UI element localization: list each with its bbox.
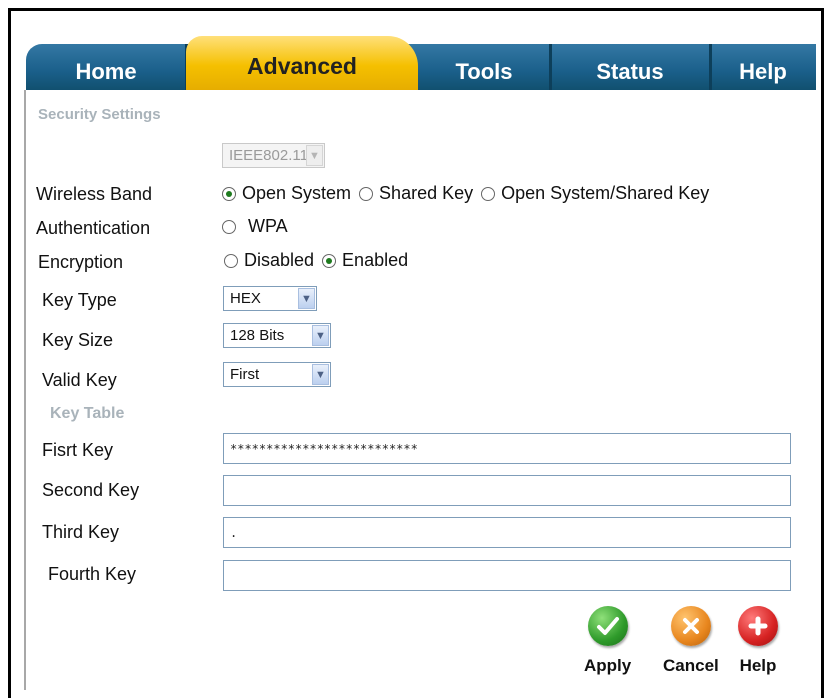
tab-home[interactable]: Home	[26, 44, 188, 90]
tab-help-label: Help	[739, 59, 787, 84]
third-key-input[interactable]: .	[223, 517, 791, 548]
radio-checked-icon[interactable]	[222, 186, 236, 201]
key-type-label: Key Type	[42, 290, 117, 310]
fourth-key-input[interactable]	[223, 560, 791, 591]
first-key-label: Fisrt Key	[42, 440, 114, 460]
auth-wpa-row: WPA	[222, 216, 296, 237]
auth-open-system-label: Open System	[242, 183, 352, 203]
tab-home-label: Home	[75, 59, 137, 84]
valid-key-value: First	[230, 366, 260, 383]
auth-shared-key-label: Shared Key	[379, 183, 474, 203]
tab-advanced[interactable]: Advanced	[186, 36, 418, 90]
cancel-label: Cancel	[663, 656, 719, 675]
tab-status-label: Status	[596, 59, 664, 84]
second-key-label: Second Key	[42, 480, 140, 500]
encryption-label: Encryption	[38, 252, 124, 272]
radio-icon[interactable]	[224, 253, 238, 268]
chevron-down-icon[interactable]: ▼	[298, 288, 315, 309]
valid-key-select[interactable]: First ▼	[223, 362, 331, 387]
key-table-title: Key Table	[50, 405, 125, 422]
radio-icon[interactable]	[222, 219, 236, 234]
apply-label: Apply	[584, 656, 632, 675]
auth-shared-key-option[interactable]: Shared Key	[359, 183, 473, 204]
tab-bar: Home Advanced Tools Status Help	[26, 36, 816, 90]
tab-tools[interactable]: Tools	[418, 44, 552, 90]
chevron-down-icon: ▼	[306, 145, 323, 166]
chevron-down-icon[interactable]: ▼	[312, 325, 329, 346]
key-size-value: 128 Bits	[230, 327, 285, 344]
key-type-value: HEX	[230, 290, 261, 307]
security-settings-title: Security Settings	[38, 106, 161, 123]
auth-wpa-option[interactable]: WPA	[222, 216, 288, 237]
cancel-button[interactable]: Cancel	[663, 606, 719, 676]
tab-status[interactable]: Status	[550, 44, 712, 90]
help-label: Help	[739, 656, 777, 675]
valid-key-label: Valid Key	[42, 370, 117, 390]
chevron-down-icon[interactable]: ▼	[312, 364, 329, 385]
auth-open-shared-label: Open System/Shared Key	[501, 183, 710, 203]
wireless-band-value: IEEE802.11g	[229, 147, 317, 164]
fourth-key-label: Fourth Key	[48, 564, 137, 584]
tab-advanced-label: Advanced	[247, 53, 357, 79]
wireless-band-label: Wireless Band	[36, 184, 153, 204]
wireless-band-select: IEEE802.11g ▼	[222, 143, 325, 168]
authentication-label: Authentication	[36, 218, 151, 238]
close-icon[interactable]	[670, 606, 711, 646]
content-panel	[24, 90, 819, 690]
auth-open-shared-option[interactable]: Open System/Shared Key	[481, 183, 709, 204]
key-type-select[interactable]: HEX ▼	[223, 286, 317, 311]
encryption-enabled-option[interactable]: Enabled	[322, 250, 408, 271]
encryption-radio-group: Disabled Enabled	[224, 250, 416, 271]
help-button[interactable]: Help	[738, 606, 778, 676]
key-size-label: Key Size	[42, 330, 114, 350]
encryption-disabled-label: Disabled	[244, 250, 315, 270]
third-key-label: Third Key	[42, 522, 120, 542]
radio-icon[interactable]	[359, 186, 374, 201]
radio-checked-icon[interactable]	[322, 253, 337, 268]
apply-button[interactable]: Apply	[584, 606, 631, 676]
tab-help[interactable]: Help	[710, 44, 816, 90]
encryption-disabled-option[interactable]: Disabled	[224, 250, 314, 271]
auth-wpa-label: WPA	[248, 216, 288, 236]
checkmark-icon[interactable]	[587, 606, 628, 646]
encryption-enabled-label: Enabled	[342, 250, 409, 270]
plus-icon[interactable]	[738, 606, 778, 646]
auth-open-system-option[interactable]: Open System	[222, 183, 351, 204]
key-size-select[interactable]: 128 Bits ▼	[223, 323, 331, 348]
tab-tools-label: Tools	[455, 59, 513, 84]
second-key-input[interactable]	[223, 475, 791, 506]
first-key-input[interactable]: **************************	[223, 433, 791, 464]
auth-radio-group: Open System Shared Key Open System/Share…	[222, 183, 717, 204]
radio-icon[interactable]	[481, 186, 496, 201]
